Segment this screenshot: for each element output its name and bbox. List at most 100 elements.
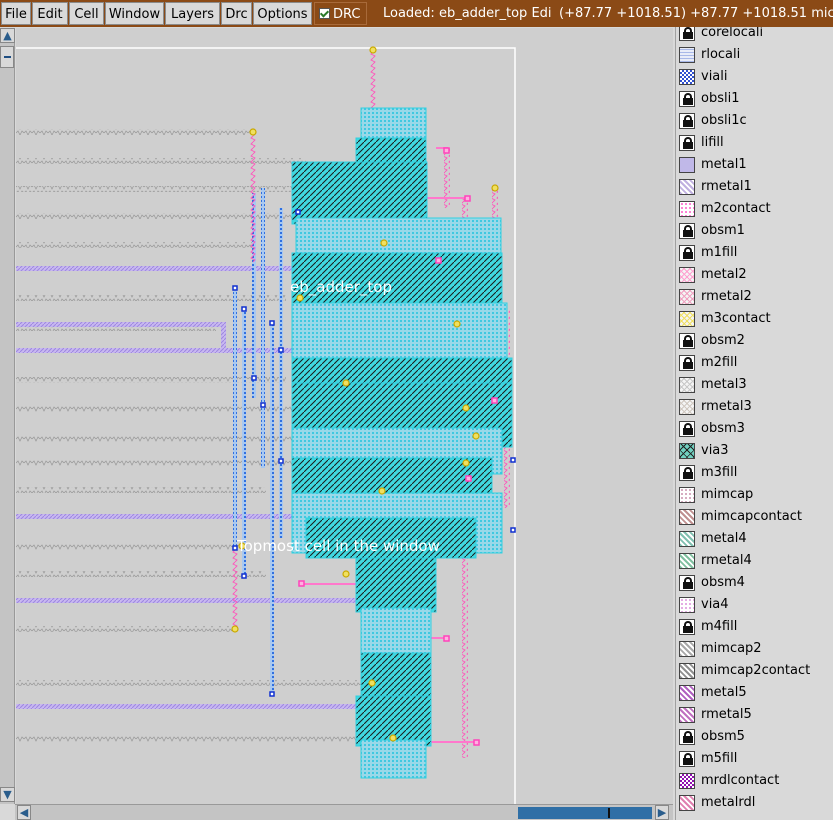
layer-name: obsm4 bbox=[701, 575, 745, 590]
layout-canvas[interactable]: eb_adder_top Topmost cell in the window bbox=[16, 28, 673, 804]
layer-item[interactable]: mimcap2contact bbox=[676, 661, 833, 683]
layer-item[interactable]: rmetal1 bbox=[676, 177, 833, 199]
layer-item[interactable]: m5fill bbox=[676, 749, 833, 771]
menu-cell[interactable]: Cell bbox=[69, 2, 104, 25]
layer-item[interactable]: obsm4 bbox=[676, 573, 833, 595]
layer-item[interactable]: metal2 bbox=[676, 265, 833, 287]
layer-swatch[interactable] bbox=[679, 707, 695, 723]
menu-layers[interactable]: Layers bbox=[165, 2, 220, 25]
layer-item[interactable]: obsm5 bbox=[676, 727, 833, 749]
menu-edit[interactable]: Edit bbox=[32, 2, 68, 25]
layer-name: rmetal1 bbox=[701, 179, 752, 194]
layer-swatch[interactable] bbox=[679, 487, 695, 503]
layer-item[interactable]: rmetal5 bbox=[676, 705, 833, 727]
arrow-up-icon[interactable]: ▲ bbox=[0, 28, 15, 43]
layer-item[interactable]: corelocali bbox=[676, 27, 833, 45]
lock-icon[interactable] bbox=[679, 729, 695, 745]
layer-item[interactable]: m1fill bbox=[676, 243, 833, 265]
arrow-down-icon[interactable]: ▼ bbox=[0, 787, 15, 802]
lock-icon[interactable] bbox=[679, 619, 695, 635]
layer-name: mimcap2 bbox=[701, 641, 762, 656]
layer-item[interactable]: metal5 bbox=[676, 683, 833, 705]
layer-item[interactable]: mimcap bbox=[676, 485, 833, 507]
layer-item[interactable]: metalrdl bbox=[676, 793, 833, 815]
layer-swatch[interactable] bbox=[679, 685, 695, 701]
layer-swatch[interactable] bbox=[679, 157, 695, 173]
layer-item[interactable]: obsm3 bbox=[676, 419, 833, 441]
layer-item[interactable]: rmetal2 bbox=[676, 287, 833, 309]
lock-icon[interactable] bbox=[679, 113, 695, 129]
lock-glyph bbox=[683, 753, 693, 765]
layer-name: obsli1c bbox=[701, 113, 747, 128]
layer-item[interactable]: obsm2 bbox=[676, 331, 833, 353]
horizontal-scroll-thumb[interactable] bbox=[518, 807, 652, 819]
layer-swatch[interactable] bbox=[679, 47, 695, 63]
layer-swatch[interactable] bbox=[679, 289, 695, 305]
arrow-left-icon[interactable]: ◀ bbox=[17, 805, 31, 820]
lock-icon[interactable] bbox=[679, 223, 695, 239]
vertical-scroll-thumb[interactable] bbox=[0, 46, 14, 68]
layer-item[interactable]: mimcap2 bbox=[676, 639, 833, 661]
layer-swatch[interactable] bbox=[679, 663, 695, 679]
layer-item[interactable]: metal3 bbox=[676, 375, 833, 397]
layer-swatch[interactable] bbox=[679, 597, 695, 613]
layer-swatch[interactable] bbox=[679, 509, 695, 525]
layer-item[interactable]: obsli1c bbox=[676, 111, 833, 133]
lock-icon[interactable] bbox=[679, 421, 695, 437]
menu-options[interactable]: Options bbox=[253, 2, 312, 25]
drc-checkbox[interactable] bbox=[319, 8, 330, 19]
layer-swatch[interactable] bbox=[679, 377, 695, 393]
layer-swatch[interactable] bbox=[679, 531, 695, 547]
layer-item[interactable]: mrdlcontact bbox=[676, 771, 833, 793]
layer-name: m2fill bbox=[701, 355, 738, 370]
blue-wires bbox=[233, 178, 300, 693]
drc-toggle[interactable]: DRC bbox=[314, 2, 367, 25]
lock-icon[interactable] bbox=[679, 465, 695, 481]
lock-icon[interactable] bbox=[679, 575, 695, 591]
layer-item[interactable]: via3 bbox=[676, 441, 833, 463]
layer-swatch[interactable] bbox=[679, 443, 695, 459]
layer-item[interactable]: m2contact bbox=[676, 199, 833, 221]
arrow-right-icon[interactable]: ▶ bbox=[655, 805, 669, 820]
layer-swatch[interactable] bbox=[679, 311, 695, 327]
layer-name: m5fill bbox=[701, 751, 738, 766]
layer-swatch[interactable] bbox=[679, 267, 695, 283]
layer-item[interactable]: obsm1 bbox=[676, 221, 833, 243]
layer-swatch[interactable] bbox=[679, 179, 695, 195]
loaded-status: Loaded: eb_adder_top Edi bbox=[383, 6, 552, 21]
layer-item[interactable]: m3contact bbox=[676, 309, 833, 331]
layer-item[interactable]: viali bbox=[676, 67, 833, 89]
layer-name: metal5 bbox=[701, 685, 747, 700]
layer-item[interactable]: m4fill bbox=[676, 617, 833, 639]
lock-icon[interactable] bbox=[679, 27, 695, 41]
layer-swatch[interactable] bbox=[679, 773, 695, 789]
layer-item[interactable]: rlocali bbox=[676, 45, 833, 67]
layer-item[interactable]: mimcapcontact bbox=[676, 507, 833, 529]
layer-item[interactable]: m2fill bbox=[676, 353, 833, 375]
layer-item[interactable]: via4 bbox=[676, 595, 833, 617]
lock-icon[interactable] bbox=[679, 135, 695, 151]
layer-swatch[interactable] bbox=[679, 399, 695, 415]
layer-swatch[interactable] bbox=[679, 641, 695, 657]
horizontal-scrollbar[interactable]: ◀ ▶ bbox=[15, 804, 673, 820]
lock-icon[interactable] bbox=[679, 355, 695, 371]
layer-item[interactable]: metal4 bbox=[676, 529, 833, 551]
layer-item[interactable]: rmetal3 bbox=[676, 397, 833, 419]
layer-item[interactable]: lifill bbox=[676, 133, 833, 155]
layer-item[interactable]: m3fill bbox=[676, 463, 833, 485]
layer-item[interactable]: metal1 bbox=[676, 155, 833, 177]
layer-swatch[interactable] bbox=[679, 553, 695, 569]
menu-drc[interactable]: Drc bbox=[221, 2, 252, 25]
menu-window[interactable]: Window bbox=[105, 2, 164, 25]
lock-icon[interactable] bbox=[679, 91, 695, 107]
lock-icon[interactable] bbox=[679, 751, 695, 767]
layer-item[interactable]: rmetal4 bbox=[676, 551, 833, 573]
layer-swatch[interactable] bbox=[679, 795, 695, 811]
layer-swatch[interactable] bbox=[679, 69, 695, 85]
vertical-scrollbar[interactable]: ▲ ▼ bbox=[0, 28, 15, 804]
menu-file[interactable]: File bbox=[1, 2, 31, 25]
lock-icon[interactable] bbox=[679, 333, 695, 349]
layer-swatch[interactable] bbox=[679, 201, 695, 217]
lock-icon[interactable] bbox=[679, 245, 695, 261]
layer-item[interactable]: obsli1 bbox=[676, 89, 833, 111]
